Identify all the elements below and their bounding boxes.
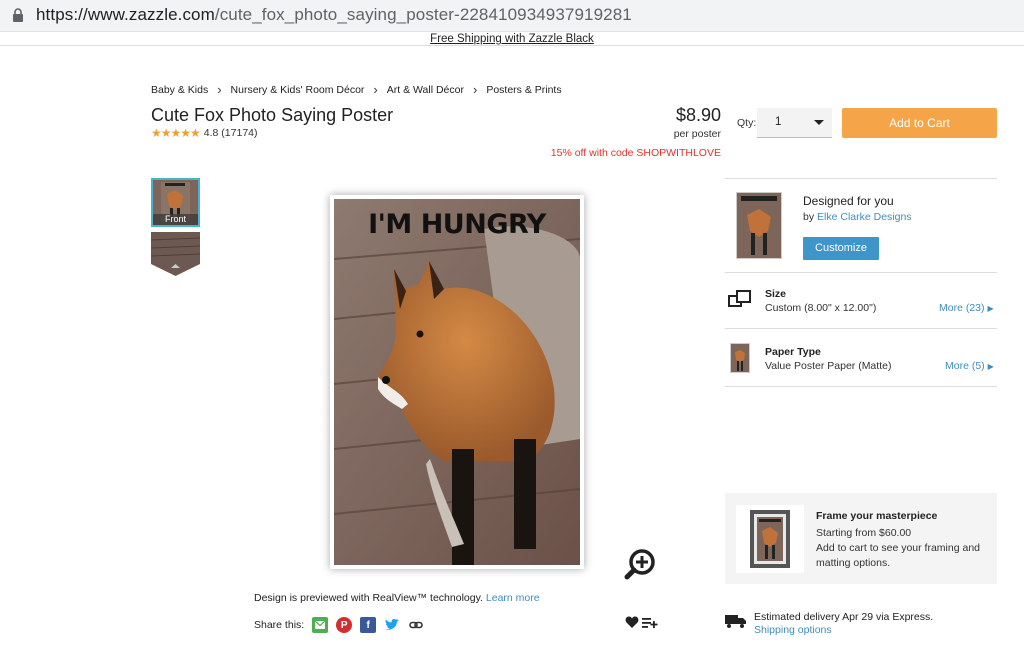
- share-label: Share this:: [254, 619, 305, 631]
- rating-value: 4.8 (17174): [203, 127, 258, 139]
- frame-details: Starting from $60.00 Add to cart to see …: [816, 526, 991, 571]
- frame-price: Starting from $60.00: [816, 527, 912, 539]
- lock-icon: [13, 8, 23, 22]
- breadcrumb-item[interactable]: Art & Wall Décor: [387, 84, 464, 96]
- design-thumbnail[interactable]: [736, 192, 782, 259]
- size-icon: [728, 290, 751, 307]
- add-to-list-icon[interactable]: [642, 616, 658, 629]
- price: $8.90: [675, 105, 721, 125]
- fox-photo: [334, 199, 580, 565]
- caret-down-icon: [814, 120, 824, 125]
- size-value: Custom (8.00" x 12.00"): [765, 302, 877, 314]
- by-label: by: [803, 211, 815, 223]
- poster-headline: I'M HUNGRY: [368, 209, 546, 240]
- realview-note: Design is previewed with RealView™ techn…: [254, 592, 540, 604]
- link-icon[interactable]: [408, 617, 424, 633]
- frame-title: Frame your masterpiece: [816, 510, 938, 522]
- zoom-icon[interactable]: [623, 547, 657, 581]
- size-more-label: More (23): [939, 302, 985, 314]
- heart-icon[interactable]: [625, 616, 639, 629]
- add-to-cart-button[interactable]: Add to Cart: [842, 108, 997, 138]
- caret-right-icon: ▶: [987, 304, 994, 313]
- realview-text: Design is previewed with RealView™ techn…: [254, 592, 483, 604]
- breadcrumb: Baby & Kids › Nursery & Kids' Room Décor…: [151, 82, 562, 97]
- divider: [725, 386, 997, 387]
- url-path: /cute_fox_photo_saying_poster-2284109349…: [214, 5, 632, 24]
- favorites: [625, 616, 658, 629]
- thumbnail-alt[interactable]: [151, 232, 200, 276]
- product-title: Cute Fox Photo Saying Poster: [151, 105, 394, 125]
- delivery-estimate: Estimated delivery Apr 29 via Express.: [754, 611, 934, 623]
- divider: [725, 178, 997, 179]
- product-preview-image[interactable]: I'M HUNGRY: [334, 199, 580, 565]
- customize-button[interactable]: Customize: [803, 237, 879, 260]
- caret-right-icon: ▶: [987, 362, 994, 371]
- pinterest-icon[interactable]: P: [336, 617, 353, 633]
- qty-label: Qty:: [737, 117, 757, 129]
- twitter-icon[interactable]: [384, 617, 400, 633]
- share-bar: Share this: P f: [254, 617, 424, 633]
- thumbnail-front[interactable]: Front: [151, 178, 200, 227]
- paper-more-label: More (5): [945, 360, 985, 372]
- promo-banner[interactable]: Free Shipping with Zazzle Black: [0, 33, 1024, 45]
- truck-icon: [725, 615, 746, 628]
- paper-type-thumbnail: [730, 343, 750, 373]
- breadcrumb-item[interactable]: Posters & Prints: [486, 84, 561, 96]
- quantity-select[interactable]: 1: [757, 108, 832, 138]
- address-bar[interactable]: https://www.zazzle.com/cute_fox_photo_sa…: [0, 0, 1024, 32]
- designed-for-you-title: Designed for you: [803, 194, 894, 208]
- url-host: https://www.zazzle.com: [36, 5, 215, 24]
- framed-poster-image[interactable]: [736, 505, 804, 573]
- rating[interactable]: ★★★★★ 4.8 (17174): [151, 126, 258, 140]
- chevron-right-icon: ›: [472, 82, 478, 97]
- paper-type-title: Paper Type: [765, 346, 821, 358]
- price-unit: per poster: [673, 128, 721, 140]
- designer-link[interactable]: Elke Clarke Designs: [817, 211, 912, 223]
- designer-credit: by Elke Clarke Designs: [803, 211, 912, 223]
- discount-code: 15% off with code SHOPWITHLOVE: [550, 147, 721, 159]
- breadcrumb-item[interactable]: Baby & Kids: [151, 84, 208, 96]
- shipping-options-link[interactable]: Shipping options: [754, 624, 832, 636]
- size-title: Size: [765, 288, 787, 300]
- chevron-right-icon: ›: [373, 82, 378, 97]
- url-text[interactable]: https://www.zazzle.com/cute_fox_photo_sa…: [36, 5, 632, 25]
- divider: [725, 328, 997, 329]
- breadcrumb-item[interactable]: Nursery & Kids' Room Décor: [231, 84, 365, 96]
- fox-thumbnail-image: [737, 193, 781, 258]
- star-rating-icon: ★★★★★: [151, 126, 201, 140]
- facebook-icon[interactable]: f: [360, 617, 377, 633]
- quantity-value: 1: [775, 116, 782, 128]
- paper-more-link[interactable]: More (5) ▶: [945, 360, 994, 372]
- size-more-link[interactable]: More (23) ▶: [939, 302, 994, 314]
- frame-description: Add to cart to see your framing and matt…: [816, 542, 981, 569]
- promo-link[interactable]: Free Shipping with Zazzle Black: [430, 33, 594, 45]
- divider: [725, 272, 997, 273]
- thumbnail-label: Front: [153, 214, 198, 225]
- paper-type-value: Value Poster Paper (Matte): [765, 360, 892, 372]
- chevron-right-icon: ›: [217, 82, 222, 97]
- email-icon[interactable]: [312, 617, 329, 633]
- learn-more-link[interactable]: Learn more: [486, 592, 540, 604]
- wood-thumbnail-image: [151, 232, 200, 276]
